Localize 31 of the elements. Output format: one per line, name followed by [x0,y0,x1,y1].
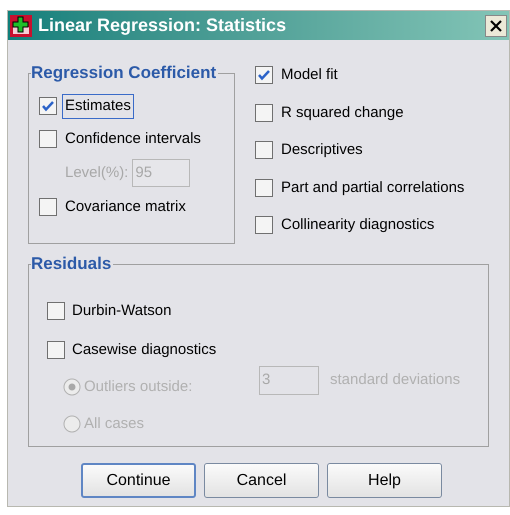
checkbox[interactable] [255,141,273,160]
window-title: Linear Regression: Statistics [38,14,288,37]
checkbox-label: Part and partial correlations [280,178,466,198]
checkbox-label: Confidence intervals [64,128,202,148]
checkbox[interactable] [39,198,57,216]
unit-label: standard deviations [330,370,460,390]
checkbox-label: Casewise diagnostics [71,340,218,360]
checkbox-label: Covariance matrix [64,197,187,217]
checkbox[interactable] [39,130,57,148]
dialog-button[interactable]: Help [327,463,442,498]
radio-label: All cases [84,414,146,434]
field-label: Level(%): [65,162,128,183]
checkbox-label: Descriptives [280,140,364,160]
dialog-button[interactable]: Cancel [204,463,319,498]
checkbox-label: R squared change [280,102,405,122]
dialog-button[interactable]: Continue [81,463,196,498]
checkbox[interactable] [255,216,273,234]
close-icon [490,20,502,32]
checkbox[interactable] [255,178,273,197]
checked-checkbox[interactable] [255,66,273,84]
close-button[interactable] [485,14,507,36]
app-icon [10,14,32,36]
checkbox[interactable] [47,302,65,320]
checked-checkbox[interactable] [39,97,57,116]
checkbox[interactable] [47,340,65,359]
radio-label: Outliers outside: [84,377,194,397]
checkbox-label: Collinearity diagnostics [280,215,436,235]
checkbox-label: Durbin-Watson [71,301,172,321]
checkbox[interactable] [255,104,273,122]
checkbox-label: Model fit [280,65,339,85]
checkbox-label: Estimates [62,94,134,118]
